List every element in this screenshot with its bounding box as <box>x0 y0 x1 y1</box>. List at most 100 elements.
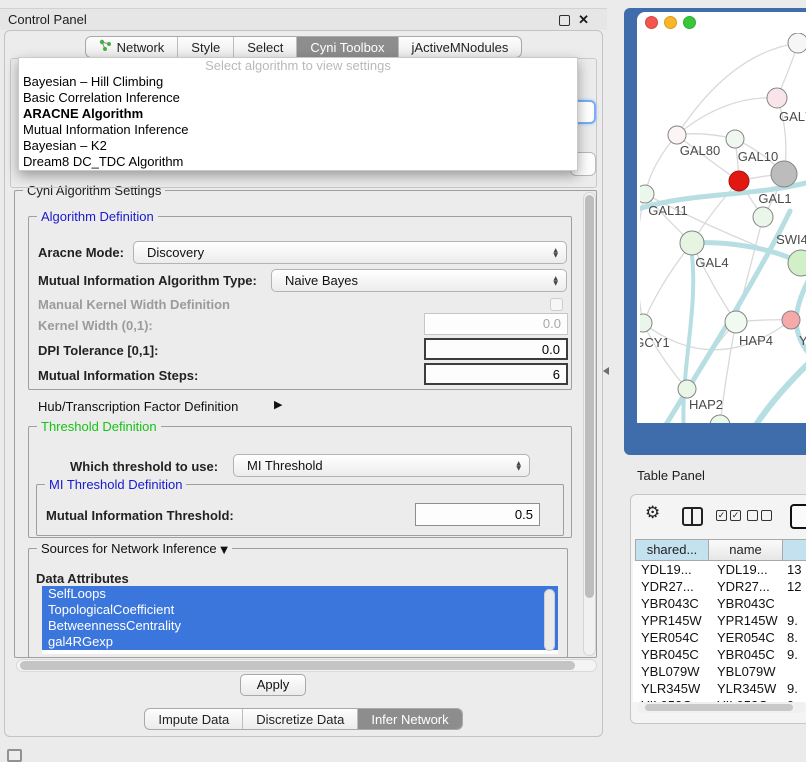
dpi-tolerance-field[interactable]: 0.0 <box>424 338 568 360</box>
control-panel-tabbar: NetworkStyleSelect Cyni Toolbox jActiveMNo… <box>4 36 603 58</box>
mi-steps-label: Mutual Information Steps: <box>38 368 198 383</box>
manual-kernel-label: Manual Kernel Width Definition <box>38 297 230 312</box>
algorithm-option[interactable]: Bayesian – K2 <box>19 138 577 154</box>
network-edge-highlighted[interactable] <box>752 358 806 423</box>
mac-close-icon[interactable] <box>645 16 658 29</box>
tab-label: Impute Data <box>158 709 229 730</box>
mi-threshold-field[interactable]: 0.5 <box>415 503 540 526</box>
network-edge[interactable] <box>643 243 692 323</box>
settings-horizontal-scrollbar-thumb[interactable] <box>20 661 575 670</box>
kernel-width-field[interactable]: 0.0 <box>424 313 568 335</box>
node-label: Y <box>799 333 806 348</box>
manual-kernel-checkbox[interactable] <box>550 298 563 311</box>
table-row[interactable]: YDR27...YDR27...12 <box>633 578 806 595</box>
network-node[interactable] <box>771 161 797 187</box>
aracne-mode-select[interactable]: Discovery ▲▼ <box>133 241 567 264</box>
table-horizontal-scrollbar[interactable] <box>637 702 805 713</box>
network-edge[interactable] <box>677 98 777 135</box>
algorithm-definition-legend: Algorithm Definition <box>37 209 158 224</box>
mi-algorithm-type-select[interactable]: Naive Bayes ▲▼ <box>271 269 567 292</box>
tab-label: jActiveMNodules <box>412 37 509 58</box>
table-panel: ⚙ ✓✓ shared...nameA YDL19...YDL19...13YD… <box>630 494 806 724</box>
algorithm-option[interactable]: ARACNE Algorithm <box>19 106 577 122</box>
mac-zoom-icon[interactable] <box>683 16 696 29</box>
add-column-icon[interactable] <box>790 504 806 529</box>
node-label: GAL10 <box>738 149 778 164</box>
network-node[interactable] <box>678 380 696 398</box>
network-node[interactable] <box>729 171 749 191</box>
tab-select[interactable]: Select <box>233 37 296 57</box>
settings-vertical-scrollbar-thumb[interactable] <box>585 195 594 598</box>
select-all-checks-icon[interactable]: ✓✓ <box>716 510 741 521</box>
tab-network[interactable]: Network <box>86 37 178 57</box>
attributes-list-scrollbar[interactable] <box>544 589 555 651</box>
float-panel-icon[interactable] <box>559 15 570 26</box>
table-row[interactable]: YPR145WYPR145W9. <box>633 612 806 629</box>
network-node[interactable] <box>640 314 652 332</box>
data-attribute-item[interactable]: SelfLoops <box>42 586 558 602</box>
columns-icon[interactable] <box>682 507 703 526</box>
sources-legend[interactable]: Sources for Network Inference ▼ <box>37 541 232 556</box>
tab-jactivemnodules[interactable]: jActiveMNodules <box>398 37 522 57</box>
gear-icon[interactable]: ⚙ <box>645 503 660 523</box>
combo-arrows-icon: ▲▼ <box>516 461 521 471</box>
network-node[interactable] <box>753 207 773 227</box>
network-node[interactable] <box>788 33 806 53</box>
algorithm-option[interactable]: Mutual Information Inference <box>19 122 577 138</box>
network-node[interactable] <box>640 185 654 203</box>
close-panel-icon[interactable]: ✕ <box>578 12 589 28</box>
table-row[interactable]: YLR345WYLR345W9. <box>633 680 806 697</box>
table-row[interactable]: YBR045CYBR045C9. <box>633 646 806 663</box>
which-threshold-select[interactable]: MI Threshold ▲▼ <box>233 454 530 477</box>
algorithm-option[interactable]: Bayesian – Hill Climbing <box>19 74 577 90</box>
algorithm-dropdown-popup: Select algorithm to view settings Bayesi… <box>18 57 578 171</box>
tab-label: Cyni Toolbox <box>310 37 384 58</box>
network-edge[interactable] <box>643 323 687 389</box>
network-node[interactable] <box>668 126 686 144</box>
network-node[interactable] <box>725 311 747 333</box>
mi-steps-field[interactable]: 6 <box>424 363 568 385</box>
algorithm-option[interactable]: Basic Correlation Inference <box>19 90 577 106</box>
table-row[interactable]: YER054CYER054C8. <box>633 629 806 646</box>
splitter-collapse-icon[interactable] <box>603 367 609 375</box>
tab-discretize-data[interactable]: Discretize Data <box>242 709 357 729</box>
expand-right-icon[interactable]: ▶ <box>274 398 282 411</box>
data-attribute-item[interactable]: BetweennessCentrality <box>42 618 558 634</box>
restore-panel-icon[interactable] <box>7 749 22 762</box>
which-threshold-label: Which threshold to use: <box>70 459 218 474</box>
algorithm-option[interactable]: Dream8 DC_TDC Algorithm <box>19 154 577 170</box>
tab-style[interactable]: Style <box>177 37 233 57</box>
data-attribute-item[interactable]: gal4RGexp <box>42 634 558 650</box>
table-row[interactable]: YBR043CYBR043C <box>633 595 806 612</box>
network-edge[interactable] <box>645 135 677 194</box>
data-attribute-item[interactable]: TopologicalCoefficient <box>42 602 558 618</box>
network-node[interactable] <box>788 250 806 276</box>
tab-impute-data[interactable]: Impute Data <box>145 709 242 729</box>
column-header[interactable]: A <box>783 539 806 561</box>
network-edge[interactable] <box>640 194 645 323</box>
tab-cyni-toolbox[interactable]: Cyni Toolbox <box>296 37 397 57</box>
collapse-down-icon: ▼ <box>220 545 228 556</box>
network-node[interactable] <box>782 311 800 329</box>
table-cell: 12 <box>783 578 806 595</box>
tab-infer-network[interactable]: Infer Network <box>357 709 461 729</box>
column-header[interactable]: shared... <box>635 539 709 561</box>
apply-button[interactable]: Apply <box>240 674 306 696</box>
deselect-all-checks-icon[interactable] <box>747 510 772 521</box>
data-attributes-list[interactable]: SelfLoopsTopologicalCoefficientBetweenne… <box>42 586 558 654</box>
table-cell: YBR045C <box>709 646 783 663</box>
network-node[interactable] <box>680 231 704 255</box>
mac-minimize-icon[interactable] <box>664 16 677 29</box>
network-node[interactable] <box>726 130 744 148</box>
column-header[interactable]: name <box>709 539 783 561</box>
network-canvas[interactable]: GAL7GAL80GAL10GAL11GAL1SWI4GAL4GCY1HAP4Y… <box>640 33 806 423</box>
hub-definition-label[interactable]: Hub/Transcription Factor Definition <box>38 399 238 414</box>
aracne-mode-label: Aracne Mode: <box>38 245 124 260</box>
table-row[interactable]: YBL079WYBL079W <box>633 663 806 680</box>
network-node[interactable] <box>710 415 730 423</box>
table-body: YDL19...YDL19...13YDR27...YDR27...12YBR0… <box>633 561 806 702</box>
node-label: HAP2 <box>689 397 723 412</box>
table-row[interactable]: YDL19...YDL19...13 <box>633 561 806 578</box>
node-label: SWI4 <box>776 232 806 247</box>
network-node[interactable] <box>767 88 787 108</box>
